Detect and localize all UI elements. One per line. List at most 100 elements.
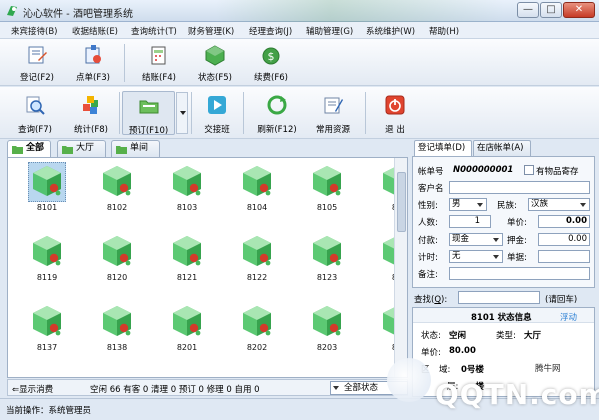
title-bar: 沁心软件 - 酒吧管理系统 — □ ✕ (0, 0, 599, 22)
float-link[interactable]: 浮动 (560, 311, 577, 323)
remark-label: 备注: (418, 270, 438, 280)
room-tile[interactable]: 8203 (304, 302, 350, 360)
tab-private-room[interactable]: 单间 (111, 140, 160, 157)
menu-receipt-checkout[interactable]: 收据结账(E) (72, 25, 118, 37)
room-tile[interactable]: 8123 (304, 232, 350, 290)
room-tile[interactable]: 8138 (94, 302, 140, 360)
room-cube-icon (243, 166, 271, 196)
room-number: 8103 (176, 203, 198, 212)
find-input[interactable] (458, 291, 540, 304)
tab-in-store-bills[interactable]: 在店帐单(A) (473, 140, 531, 156)
register-label: 登记(F2) (20, 73, 54, 83)
tab-hall[interactable]: 大厅 (57, 140, 106, 157)
docs-input[interactable] (538, 250, 590, 263)
stats-button[interactable]: 统计(F8) (66, 91, 116, 135)
deposit-checkbox[interactable] (524, 165, 534, 175)
room-tile[interactable]: 8202 (234, 302, 280, 360)
room-tile[interactable]: 8122 (234, 232, 280, 290)
menu-aux-management[interactable]: 辅助管理(G) (306, 25, 353, 37)
refresh-icon (267, 95, 287, 115)
resources-button[interactable]: 常用资源 (308, 91, 358, 135)
menu-help[interactable]: 帮助(H) (429, 25, 459, 37)
register-button[interactable]: 登记(F2) (14, 42, 60, 84)
show-consumption-toggle[interactable]: ⇐显示消费 (12, 383, 53, 395)
checkout-button[interactable]: 结账(F4) (134, 42, 184, 84)
room-cube-icon (313, 306, 341, 336)
status-button[interactable]: 状态(F5) (190, 42, 240, 84)
room-tile[interactable]: 8121 (164, 232, 210, 290)
folder-icon (12, 146, 23, 154)
payment-select[interactable]: 现金 (449, 233, 503, 246)
toolbar-separator (243, 92, 244, 134)
toolbar-separator (365, 92, 366, 134)
billing-label: 计时: (418, 253, 438, 263)
chevron-down-icon (333, 386, 339, 390)
maximize-button[interactable]: □ (540, 2, 562, 18)
room-tile[interactable]: 8103 (164, 162, 210, 220)
site-watermark: QQTN.com 腾牛网 (375, 352, 599, 420)
room-number: 8119 (36, 273, 58, 282)
room-tile[interactable]: 8101 (24, 162, 70, 220)
room-tile[interactable]: 8105 (304, 162, 350, 220)
room-cube-icon (33, 166, 61, 196)
checkout-label: 结账(F4) (142, 73, 176, 83)
toolbar-separator (124, 44, 125, 82)
gender-select[interactable]: 男 (449, 198, 487, 211)
people-stepper[interactable]: 1 (449, 215, 491, 228)
room-tile[interactable]: 8120 (94, 232, 140, 290)
unit-price-input[interactable]: 0.00 (538, 215, 590, 228)
query-label: 查询(F7) (18, 125, 52, 135)
reserve-dropdown-arrow[interactable] (176, 92, 188, 134)
close-button[interactable]: ✕ (563, 2, 595, 18)
menu-guest-reception[interactable]: 来宾接待(B) (11, 25, 57, 37)
room-cube-icon (243, 306, 271, 336)
find-hint: (请回车) (545, 295, 578, 305)
state-label: 状态: (421, 331, 441, 341)
room-number: 8138 (106, 343, 128, 352)
exit-button[interactable]: 退 出 (372, 91, 418, 135)
register-icon (28, 46, 47, 64)
customer-name-input[interactable] (449, 181, 590, 194)
menu-query-stats[interactable]: 查询统计(T) (131, 25, 177, 37)
scrollbar-thumb[interactable] (397, 172, 406, 232)
folder-icon (116, 146, 127, 154)
room-cube-icon (313, 236, 341, 266)
room-tile[interactable]: 8102 (94, 162, 140, 220)
room-info-header: 8101 状态信息 浮动 (413, 308, 594, 323)
query-button[interactable]: 查询(F7) (10, 91, 60, 135)
room-tile[interactable]: 8137 (24, 302, 70, 360)
watermark-text: QQTN.com (435, 378, 599, 411)
room-number: 8122 (246, 273, 268, 282)
tab-all[interactable]: 全部 (7, 140, 51, 158)
people-label: 人数: (418, 218, 438, 228)
reserve-label: 预订(F10) (128, 126, 169, 136)
exit-label: 退 出 (385, 125, 405, 135)
stats-label: 统计(F8) (74, 125, 108, 135)
gender-label: 性别: (418, 201, 438, 211)
reserve-button[interactable]: 预订(F10) (122, 91, 175, 136)
menu-system-maintenance[interactable]: 系统维护(W) (366, 25, 415, 37)
room-grid-scrollbar[interactable] (394, 158, 407, 377)
search-icon (26, 96, 45, 115)
tab-all-label: 全部 (26, 143, 45, 153)
order-button[interactable]: 点单(F3) (70, 42, 116, 84)
menu-manager-query[interactable]: 经理查询(J) (249, 25, 292, 37)
refresh-button[interactable]: 刷新(F12) (252, 91, 302, 135)
deposit-input[interactable]: 0.00 (538, 233, 590, 246)
room-status-counts: 空闲 66 有客 0 清理 0 预订 0 修理 0 自用 0 (90, 385, 260, 395)
find-row: 查找(Q): (请回车) (412, 290, 595, 306)
shift-handover-button[interactable]: 交接班 (196, 91, 238, 135)
resources-label: 常用资源 (315, 125, 350, 135)
room-tile[interactable]: 8119 (24, 232, 70, 290)
remark-input[interactable] (449, 267, 590, 280)
ethnicity-select[interactable]: 汉族 (528, 198, 590, 211)
renew-icon: $ (262, 47, 280, 65)
minimize-button[interactable]: — (517, 2, 539, 18)
tab-registration-form[interactable]: 登记填单(D) (414, 140, 472, 157)
menu-finance[interactable]: 财务管理(K) (188, 25, 234, 37)
room-tile[interactable]: 8201 (164, 302, 210, 360)
renew-button[interactable]: $ 续费(F6) (246, 42, 296, 84)
deposit-label: 押金: (507, 236, 527, 246)
billing-select[interactable]: 无 (449, 250, 503, 263)
room-tile[interactable]: 8104 (234, 162, 280, 220)
